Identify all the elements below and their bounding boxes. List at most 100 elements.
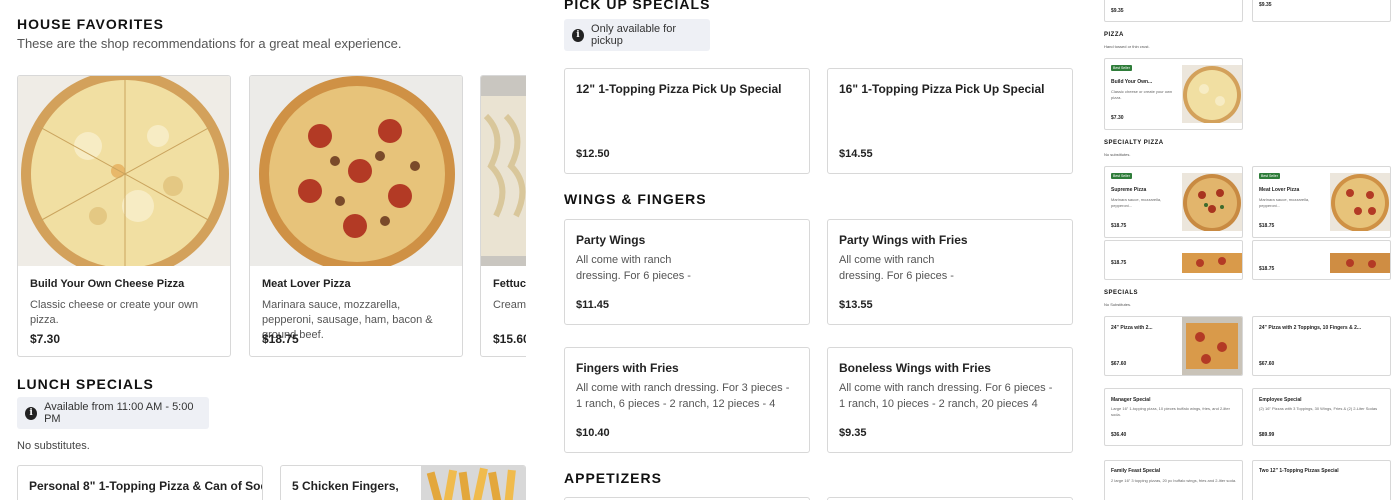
chicken-fingers-image [421, 466, 525, 500]
preview-card-two-12-inch-pizzas[interactable]: Two 12" 1-Topping Pizzas Special [1252, 460, 1391, 500]
menu-item-description: All come with ranch dressing. For 6 piec… [576, 254, 691, 282]
supreme-pizza-thumbnail [1182, 173, 1242, 231]
preview-item-description: Marinara sauce, mozzarella, pepperoni... [1259, 197, 1310, 208]
menu-item-price: $13.55 [839, 299, 873, 311]
lunch-item-name: 5 Chicken Fingers, [292, 479, 399, 493]
preview-card[interactable]: $18.75 [1104, 240, 1243, 280]
cheese-pizza-thumbnail [1182, 65, 1242, 123]
best-seller-badge: Best Seller [1111, 173, 1132, 179]
meat-lover-pizza-thumbnail [1330, 173, 1390, 231]
preview-item-name: Employee Special [1259, 397, 1302, 403]
menu-item-description: All come with ranch dressing. For 3 piec… [576, 382, 790, 410]
menu-item-name: Fingers with Fries [576, 361, 679, 375]
menu-item-description: All come with ranch dressing. For 6 piec… [839, 382, 1053, 410]
lunch-availability-text: Available from 11:00 AM - 5:00 PM [44, 401, 194, 425]
wings-card-boneless-wings[interactable]: Boneless Wings with Fries All come with … [827, 347, 1073, 453]
preview-item-name: Family Feast Special [1111, 468, 1161, 474]
favorite-card-meat-lover[interactable]: Meat Lover Pizza Marinara sauce, mozzare… [249, 75, 463, 357]
preview-item-name: Manager Special [1111, 397, 1151, 403]
house-favorites-carousel: Build Your Own Cheese Pizza Classic chee… [17, 75, 526, 358]
menu-item-price: $9.35 [839, 427, 867, 439]
preview-card-employee-special[interactable]: Employee Special (2) 16" Pizzas with 3 T… [1252, 388, 1391, 446]
preview-item-price: $89.99 [1259, 432, 1275, 438]
menu-item-name: Boneless Wings with Fries [839, 361, 991, 375]
preview-item-price: $18.75 [1259, 266, 1275, 272]
preview-item-price: $18.75 [1111, 260, 1127, 266]
best-seller-badge: Best Seller [1259, 173, 1280, 179]
pickup-availability-text: Only available for pickup [591, 23, 677, 47]
preview-specialty-heading: Specialty Pizza [1104, 140, 1164, 146]
preview-card-24-inch-pizza-fingers[interactable]: 24" Pizza with 2 Toppings, 10 Fingers & … [1252, 316, 1391, 376]
preview-item-price: $18.75 [1259, 223, 1275, 229]
preview-item-price: $67.60 [1259, 361, 1275, 367]
preview-item-name: Two 12" 1-Topping Pizzas Special [1259, 468, 1339, 474]
preview-card[interactable]: $9.35 [1104, 0, 1243, 22]
lunch-note: No substitutes. [17, 440, 90, 452]
info-icon: i [572, 28, 585, 42]
preview-specials-heading: Specials [1104, 290, 1139, 296]
menu-item-name: Party Wings [576, 233, 646, 247]
menu-item-description: All come with ranch dressing. For 6 piec… [839, 254, 954, 282]
lunch-card-personal-pizza[interactable]: Personal 8" 1-Topping Pizza & Can of Sod… [17, 465, 263, 500]
favorite-price: $18.75 [262, 332, 299, 346]
preview-item-description: Classic cheese or create your own pizza. [1111, 89, 1173, 100]
pickup-card-16-inch[interactable]: 16" 1-Topping Pizza Pick Up Special $14.… [827, 68, 1073, 174]
menu-item-price: $14.55 [839, 148, 873, 160]
wings-card-party-wings[interactable]: Party Wings All come with ranch dressing… [564, 219, 810, 325]
house-favorites-subtitle: These are the shop recommendations for a… [17, 36, 402, 51]
preview-item-price: $7.30 [1111, 115, 1124, 121]
preview-item-name: Supreme Pizza [1111, 187, 1147, 193]
preview-card-24-inch-pizza[interactable]: 24" Pizza with 2... $67.60 [1104, 316, 1243, 376]
pizza-thumbnail [1182, 253, 1242, 273]
special-pizza-thumbnail [1182, 317, 1242, 375]
preview-card-family-feast[interactable]: Family Feast Special 2 large 16" 3 toppi… [1104, 460, 1243, 500]
menu-item-price: $10.40 [576, 427, 610, 439]
favorite-card-fettuccine[interactable]: Fettucc Creamy parmes $15.60 [480, 75, 526, 357]
lunch-availability-badge: i Available from 11:00 AM - 5:00 PM [17, 397, 209, 429]
preview-item-price: $18.75 [1111, 223, 1127, 229]
favorite-name: Fettucc [493, 278, 526, 290]
preview-price: $9.35 [1259, 2, 1272, 8]
preview-item-description: Large 16" 1-topping pizza, 10 pieces buf… [1111, 406, 1230, 417]
favorite-price: $15.60 [493, 332, 526, 346]
wings-card-fingers-fries[interactable]: Fingers with Fries All come with ranch d… [564, 347, 810, 453]
lunch-card-chicken-fingers[interactable]: 5 Chicken Fingers, [280, 465, 526, 500]
house-favorites-heading: House Favorites [17, 16, 164, 32]
preview-card-build-your-own[interactable]: Best Seller Build Your Own... Classic ch… [1104, 58, 1243, 130]
preview-card-meat-lover[interactable]: Best Seller Meat Lover Pizza Marinara sa… [1252, 166, 1391, 238]
wings-card-party-wings-fries[interactable]: Party Wings with Fries All come with ran… [827, 219, 1073, 325]
cheese-pizza-image [18, 76, 230, 266]
preview-pizza-heading: Pizza [1104, 32, 1124, 38]
preview-specialty-subtitle: No substitutes. [1104, 152, 1131, 157]
favorite-description: Creamy parmes [493, 299, 526, 311]
favorite-description: Classic cheese or create your own pizza. [30, 299, 199, 326]
menu-item-price: $12.50 [576, 148, 610, 160]
favorite-card-build-your-own[interactable]: Build Your Own Cheese Pizza Classic chee… [17, 75, 231, 357]
menu-item-price: $11.45 [576, 299, 610, 311]
menu-item-name: 12" 1-Topping Pizza Pick Up Special [576, 82, 782, 96]
wings-fingers-heading: Wings & Fingers [564, 191, 707, 207]
info-icon: i [25, 406, 38, 420]
preview-item-name: Build Your Own... [1111, 79, 1153, 85]
pickup-specials-heading: Pick Up Specials [564, 0, 711, 12]
pickup-availability-badge: i Only available for pickup [564, 19, 710, 51]
menu-item-name: Party Wings with Fries [839, 233, 968, 247]
preview-item-description: 2 large 16" 3 topping pizzas, 20 pc buff… [1111, 478, 1237, 483]
preview-card[interactable]: $18.75 [1252, 240, 1391, 280]
preview-item-price: $67.60 [1111, 361, 1127, 367]
fettuccine-image [481, 76, 526, 266]
preview-item-price: $36.40 [1111, 432, 1127, 438]
favorite-price: $7.30 [30, 332, 61, 346]
pickup-card-12-inch[interactable]: 12" 1-Topping Pizza Pick Up Special $12.… [564, 68, 810, 174]
preview-specials-subtitle: No Substitutes. [1104, 302, 1132, 307]
preview-item-name: Meat Lover Pizza [1259, 187, 1300, 193]
favorite-name: Meat Lover Pizza [262, 278, 351, 290]
preview-card-supreme[interactable]: Best Seller Supreme Pizza Marinara sauce… [1104, 166, 1243, 238]
preview-card-manager-special[interactable]: Manager Special Large 16" 1-topping pizz… [1104, 388, 1243, 446]
preview-item-description: Marinara sauce, mozzarella, pepperoni... [1111, 197, 1162, 208]
preview-item-name: 24" Pizza with 2 Toppings, 10 Fingers & … [1259, 325, 1362, 331]
preview-item-description: (2) 16" Pizzas with 3 Toppings, 30 Wings… [1259, 406, 1378, 411]
pizza-thumbnail [1330, 253, 1390, 273]
preview-card[interactable]: $9.35 [1252, 0, 1391, 22]
preview-item-name: 24" Pizza with 2... [1111, 325, 1153, 331]
